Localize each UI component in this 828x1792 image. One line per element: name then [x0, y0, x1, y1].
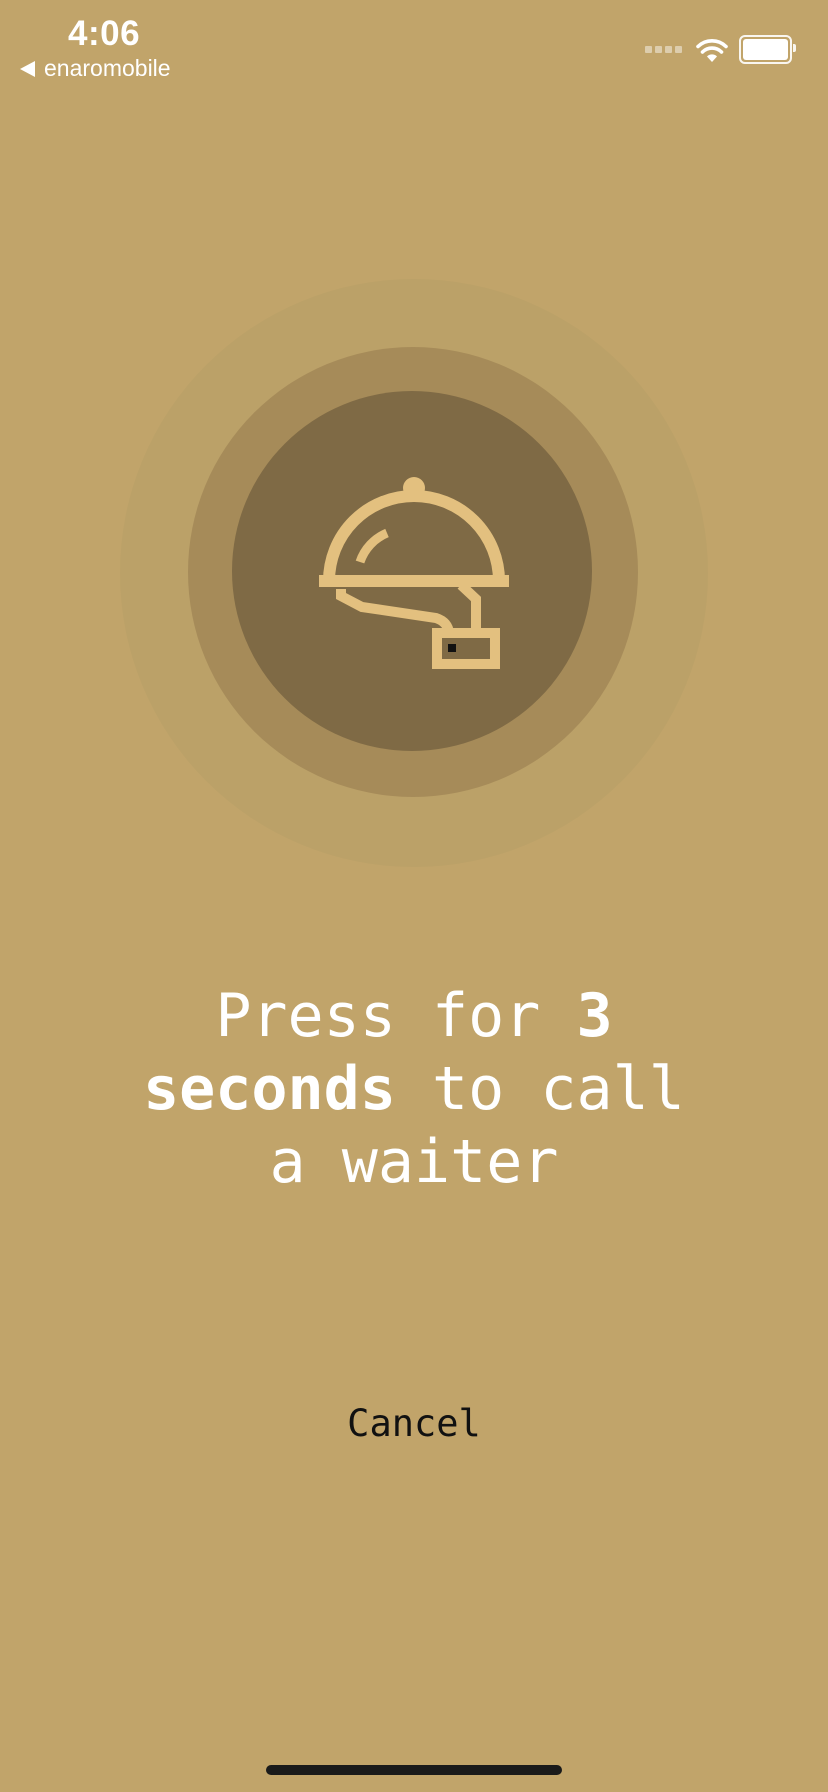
status-time: 4:06 — [68, 14, 141, 53]
instruction-text: Press for 3 seconds to call a waiter — [114, 980, 714, 1199]
status-indicators — [645, 35, 796, 64]
back-arrow-icon — [20, 60, 35, 77]
instruction-part3: a waiter — [269, 1127, 559, 1197]
back-to-app-link[interactable]: enaromobile — [20, 55, 171, 82]
instruction-part1: Press for — [215, 981, 577, 1051]
wifi-icon — [696, 38, 728, 62]
instruction-part2: to call — [395, 1054, 685, 1124]
cellular-signal-icon — [645, 46, 685, 53]
instruction-emphasis-number: 3 — [576, 981, 613, 1051]
back-app-label: enaromobile — [44, 55, 171, 81]
home-indicator[interactable] — [266, 1765, 562, 1775]
instruction-emphasis-word: seconds — [143, 1054, 396, 1124]
cancel-button[interactable]: Cancel — [314, 1402, 514, 1445]
cloche-serving-hand-icon — [319, 477, 509, 669]
battery-icon — [739, 35, 796, 64]
